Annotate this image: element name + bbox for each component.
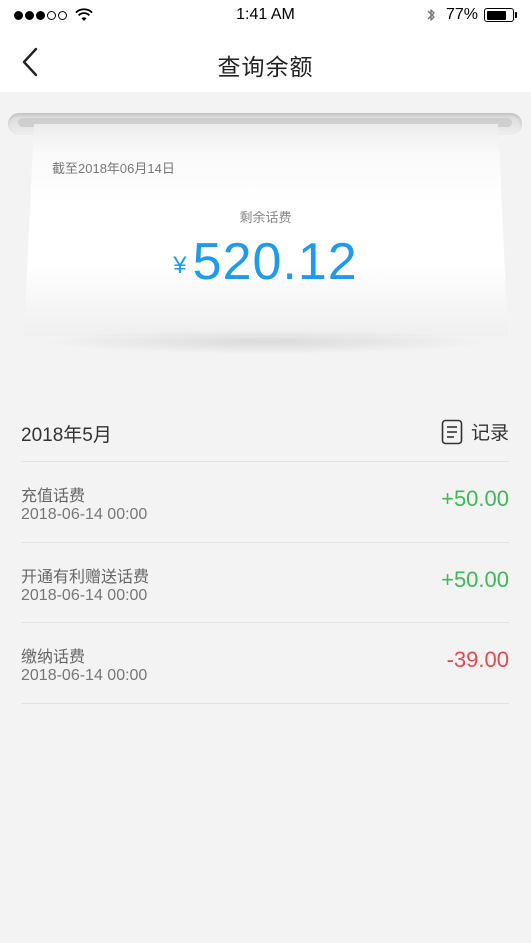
transaction-time: 2018-06-14 00:00 xyxy=(21,667,148,684)
battery-percent: 77% xyxy=(445,6,478,23)
transaction-time: 2018-06-14 00:00 xyxy=(21,587,148,604)
month-title: 2018年5月 xyxy=(21,425,112,446)
month-header: 2018年5月 记录 xyxy=(21,418,509,448)
transaction-row[interactable]: 充值话费 2018-06-14 00:00 +50.00 xyxy=(21,482,509,562)
balance-label: 剩余话费 xyxy=(239,210,292,225)
page-title: 查询余额 xyxy=(217,54,314,80)
balance-value: 520.12 xyxy=(192,233,358,291)
transaction-time: 2018-06-14 00:00 xyxy=(21,506,148,523)
status-bar: 1:41 AM 77% xyxy=(0,0,531,32)
status-right: 77% xyxy=(426,6,517,24)
balance-amount: ¥520.12 xyxy=(0,232,531,292)
divider xyxy=(21,703,509,704)
as-of-date: 截至2018年06月14日 xyxy=(52,161,175,176)
receipt-shadow xyxy=(40,330,492,354)
balance-receipt xyxy=(24,124,508,336)
bluetooth-icon xyxy=(427,9,435,21)
battery-level xyxy=(486,10,506,20)
transaction-amount: +50.00 xyxy=(441,567,509,592)
transaction-name: 开通有利赠送话费 xyxy=(21,569,150,586)
currency-symbol: ¥ xyxy=(173,252,187,279)
records-button[interactable]: 记录 xyxy=(441,418,509,445)
transaction-amount: +50.00 xyxy=(441,486,509,511)
transaction-name: 充值话费 xyxy=(21,488,86,505)
transaction-amount: -39.00 xyxy=(446,647,509,672)
divider xyxy=(21,461,509,462)
divider xyxy=(21,542,509,543)
transaction-name: 缴纳话费 xyxy=(21,649,86,666)
battery-cap xyxy=(515,12,517,18)
battery-icon xyxy=(484,8,514,22)
transaction-row[interactable]: 开通有利赠送话费 2018-06-14 00:00 +50.00 xyxy=(21,563,509,643)
transaction-row[interactable]: 缴纳话费 2018-06-14 00:00 -39.00 xyxy=(21,643,509,723)
records-label: 记录 xyxy=(470,423,509,444)
navigation-bar: 查询余额 xyxy=(0,32,531,92)
divider xyxy=(21,622,509,623)
document-list-icon xyxy=(441,419,463,444)
